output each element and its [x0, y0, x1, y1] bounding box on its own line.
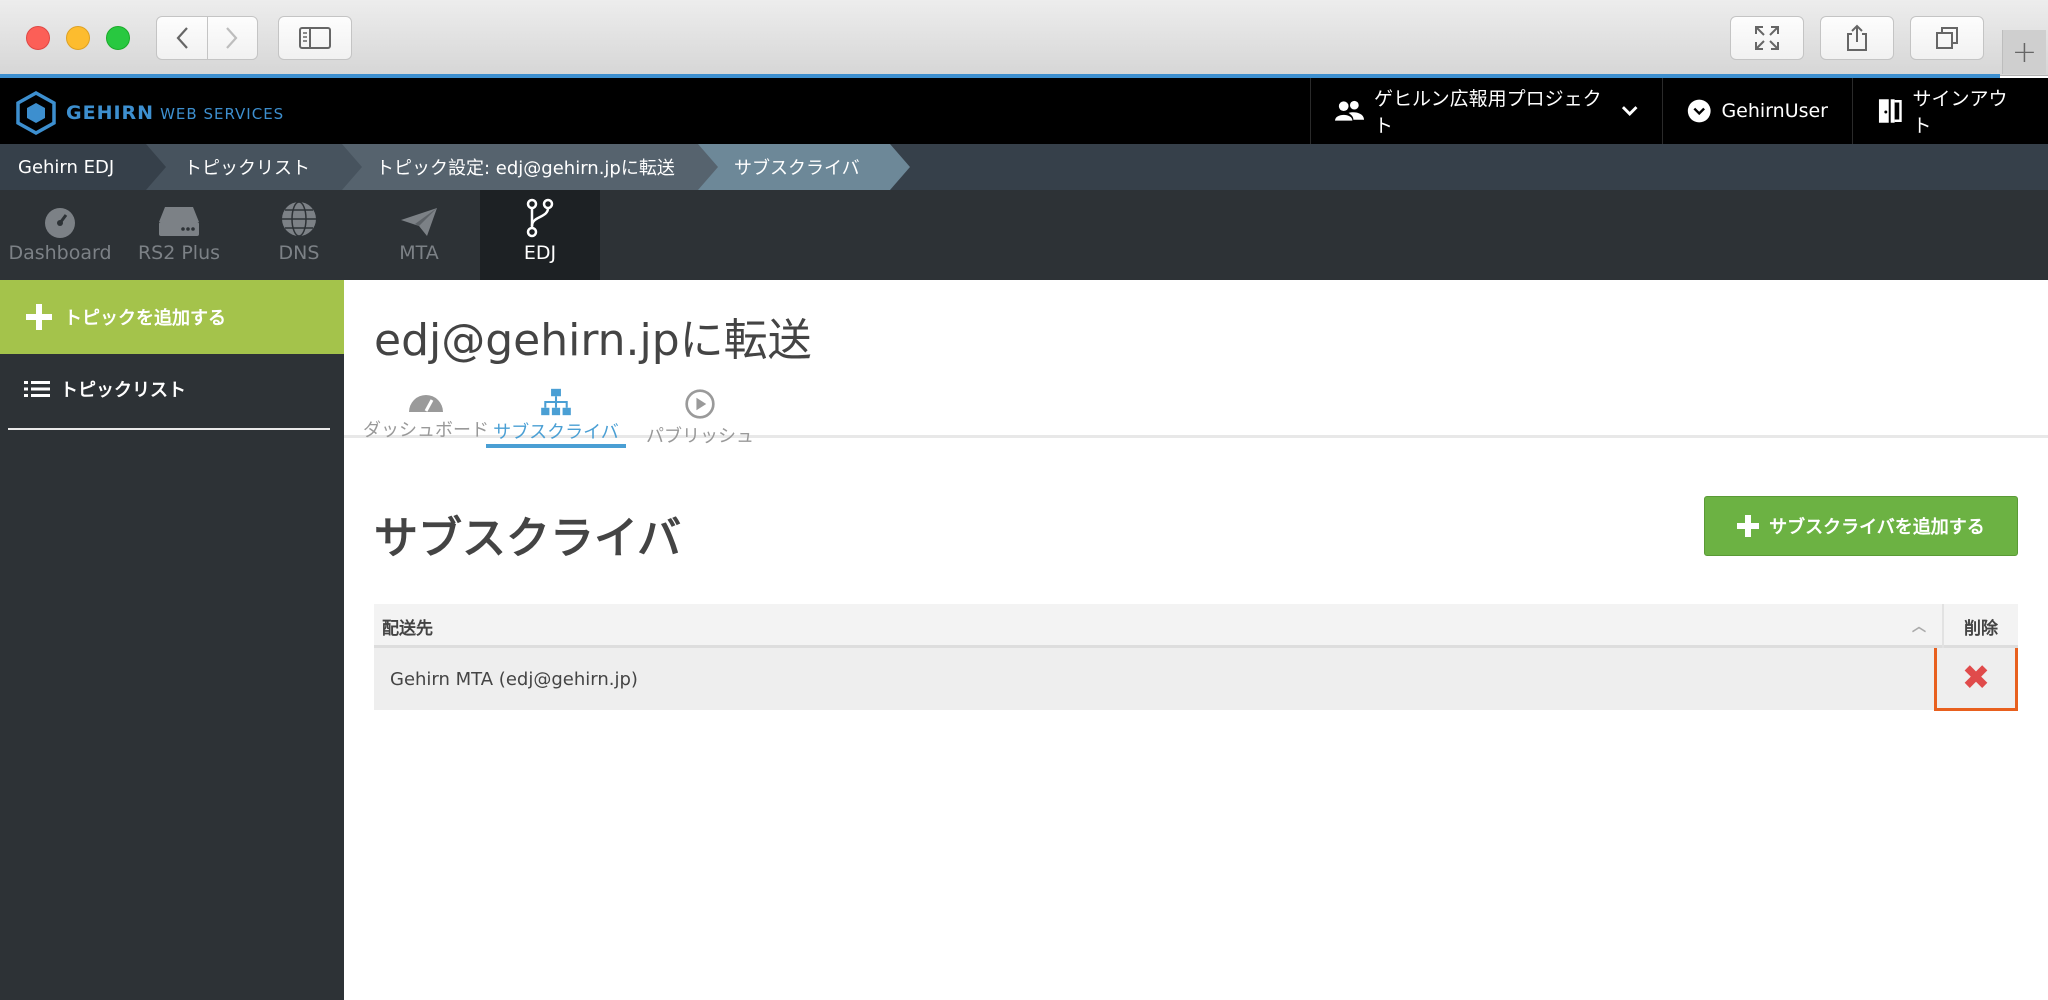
service-label: MTA — [399, 242, 439, 264]
add-topic-button[interactable]: トピックを追加する — [0, 280, 344, 354]
left-sidebar: トピックを追加する トピックリスト — [0, 280, 344, 1000]
project-name: ゲヒルン広報用プロジェクト — [1374, 88, 1602, 137]
app-header: GEHIRN WEB SERVICES ゲヒルン広報用プロジェクト GehirnU… — [0, 78, 2048, 144]
column-header-label: 配送先 — [382, 618, 433, 639]
sitemap-icon — [541, 388, 571, 416]
logo-subtitle: WEB SERVICES — [160, 105, 285, 123]
play-circle-icon — [685, 389, 715, 419]
user-avatar-icon — [1687, 99, 1711, 123]
delete-cell: ✖ — [1934, 645, 2018, 711]
signout-label: サインアウト — [1912, 88, 2008, 137]
minimize-window-button[interactable] — [66, 26, 90, 50]
table-row: Gehirn MTA (edj@gehirn.jp) ✖ — [374, 645, 2018, 711]
signout-door-icon — [1878, 99, 1902, 123]
tab-label: サブスクライバ — [493, 422, 619, 443]
sort-ascending-icon: ︿ — [1912, 619, 1926, 635]
plus-icon: + — [2011, 34, 2038, 70]
branch-icon — [526, 198, 554, 238]
tab-subscriber[interactable]: サブスクライバ — [486, 388, 626, 448]
chevron-left-icon — [176, 27, 188, 49]
page-title: edj@gehirn.jpに転送 — [374, 315, 812, 366]
browser-toolbar: + — [0, 0, 2048, 76]
service-label: EDJ — [523, 242, 557, 264]
service-label: RS2 Plus — [137, 242, 221, 264]
logo-brand: GEHIRN — [66, 102, 155, 124]
topic-tabs: ダッシュボード サブスクライバ パブリッシュ — [344, 388, 2048, 448]
service-dashboard[interactable]: Dashboard — [0, 190, 120, 280]
sidebar-toggle-button[interactable] — [278, 16, 352, 60]
main-content: edj@gehirn.jpに転送 ダッシュボード サブスクライバ パブリッシュ … — [344, 280, 2048, 1000]
subscriber-table: 配送先 ︿ 削除 Gehirn MTA (edj@gehirn.jp) ✖ — [374, 604, 2018, 711]
column-header-delete: 削除 — [1942, 604, 2018, 648]
topic-list-label: トピックリスト — [60, 380, 186, 401]
share-icon — [1847, 24, 1867, 51]
destination-cell: Gehirn MTA (edj@gehirn.jp) — [390, 668, 638, 690]
paper-plane-icon — [401, 208, 437, 236]
service-dns[interactable]: DNS — [239, 190, 359, 280]
tab-label: ダッシュボード — [363, 420, 489, 441]
share-button[interactable] — [1820, 16, 1894, 60]
section-title: サブスクライバ — [374, 513, 682, 564]
user-menu[interactable]: GehirnUser — [1662, 78, 1852, 144]
breadcrumb-subscriber[interactable]: サブスクライバ — [698, 144, 910, 190]
close-window-button[interactable] — [26, 26, 50, 50]
plus-icon — [1737, 515, 1760, 537]
sidebar-divider — [8, 428, 330, 430]
add-topic-label: トピックを追加する — [64, 308, 226, 329]
fullscreen-button[interactable] — [1730, 16, 1804, 60]
breadcrumb-topic-settings[interactable]: トピック設定: edj@gehirn.jpに転送 — [342, 144, 718, 190]
gauge-icon — [45, 208, 75, 238]
fullscreen-icon — [1755, 26, 1779, 50]
delete-x-icon: ✖ — [1961, 658, 1991, 698]
user-name: GehirnUser — [1721, 100, 1828, 122]
show-tabs-button[interactable] — [1910, 16, 1984, 60]
sidebar-icon — [299, 27, 331, 49]
table-header: 配送先 ︿ 削除 — [374, 604, 2018, 648]
users-icon — [1335, 100, 1365, 121]
tab-dashboard[interactable]: ダッシュボード — [350, 388, 502, 448]
tab-label: パブリッシュ — [646, 426, 754, 447]
back-button[interactable] — [157, 17, 208, 59]
breadcrumb-topic-list[interactable]: トピックリスト — [146, 144, 362, 190]
chevron-right-icon — [226, 27, 238, 49]
logo-text: GEHIRN WEB SERVICES — [66, 102, 284, 124]
tabs-overview-icon — [1936, 27, 1958, 49]
add-subscriber-button[interactable]: サブスクライバを追加する — [1704, 496, 2018, 556]
signout-button[interactable]: サインアウト — [1852, 78, 2048, 144]
service-label: DNS — [278, 242, 320, 264]
service-label: Dashboard — [8, 242, 112, 264]
breadcrumb: サブスクライバ トピック設定: edj@gehirn.jpに転送 トピックリスト… — [0, 144, 2048, 190]
list-icon — [24, 381, 50, 397]
chevron-down-icon — [1621, 106, 1638, 116]
delete-button[interactable]: ✖ — [1934, 645, 2018, 711]
add-subscriber-label: サブスクライバを追加する — [1769, 517, 1985, 538]
column-header-destination[interactable]: 配送先 ︿ — [374, 604, 1942, 648]
sidebar-item-topic-list[interactable]: トピックリスト — [0, 354, 344, 424]
forward-button[interactable] — [208, 17, 258, 59]
history-nav-group — [156, 16, 258, 60]
gehirn-logo[interactable]: GEHIRN WEB SERVICES — [16, 91, 284, 135]
service-mta[interactable]: MTA — [359, 190, 479, 280]
globe-icon — [282, 201, 316, 237]
service-edj[interactable]: EDJ — [480, 190, 600, 280]
project-selector[interactable]: ゲヒルン広報用プロジェクト — [1310, 78, 1662, 144]
service-rs2-plus[interactable]: RS2 Plus — [119, 190, 239, 280]
server-icon — [159, 207, 199, 236]
service-nav: Dashboard RS2 Plus DNS MTA EDJ — [0, 190, 2048, 280]
new-tab-button[interactable]: + — [2002, 30, 2046, 74]
plus-icon — [26, 304, 52, 330]
hexagon-logo-icon — [16, 91, 56, 135]
zoom-window-button[interactable] — [106, 26, 130, 50]
tab-publish[interactable]: パブリッシュ — [630, 388, 770, 448]
gauge-icon — [409, 395, 443, 412]
breadcrumb-gehirn-edj[interactable]: Gehirn EDJ — [0, 144, 166, 190]
